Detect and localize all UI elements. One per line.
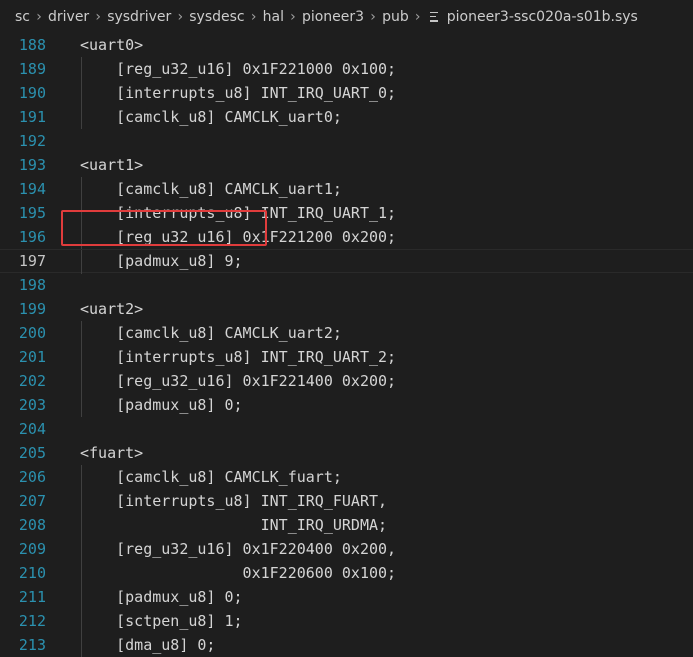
code-line[interactable]: 205 <fuart> (0, 441, 693, 465)
line-number: 200 (18, 324, 46, 342)
line-number: 199 (18, 300, 46, 318)
line-number: 194 (18, 180, 46, 198)
code-text: [camclk_u8] CAMCLK_uart2; (80, 324, 342, 342)
code-text: [reg_u32_u16] 0x1F220400 0x200, (80, 540, 397, 558)
code-text: [camclk_u8] CAMCLK_uart0; (80, 108, 342, 126)
chevron-right-icon: › (414, 8, 421, 25)
line-number: 192 (18, 132, 46, 150)
breadcrumb: sc › driver › sysdriver › sysdesc › hal … (0, 0, 693, 33)
code-line[interactable]: 188 <uart0> (0, 33, 693, 57)
code-text: INT_IRQ_URDMA; (80, 516, 388, 534)
code-text: [interrupts_u8] INT_IRQ_UART_2; (80, 348, 397, 366)
code-line[interactable]: 206 [camclk_u8] CAMCLK_fuart; (0, 465, 693, 489)
code-line[interactable]: 202 [reg_u32_u16] 0x1F221400 0x200; (0, 369, 693, 393)
file-lines-icon (429, 11, 438, 22)
chevron-right-icon: › (177, 8, 184, 25)
line-number: 196 (18, 228, 46, 246)
annotation-highlight-box (61, 210, 267, 246)
breadcrumb-file[interactable]: pioneer3-ssc020a-s01b.sys (446, 9, 639, 25)
line-number: 203 (18, 396, 46, 414)
code-text: <uart2> (80, 300, 144, 318)
line-number: 211 (18, 588, 46, 606)
line-number: 188 (18, 36, 46, 54)
code-line[interactable]: 189 [reg_u32_u16] 0x1F221000 0x100; (0, 57, 693, 81)
line-number: 208 (18, 516, 46, 534)
code-text: <fuart> (80, 444, 144, 462)
line-number: 210 (18, 564, 46, 582)
code-text: 0x1F220600 0x100; (80, 564, 397, 582)
code-line[interactable]: 200 [camclk_u8] CAMCLK_uart2; (0, 321, 693, 345)
code-line[interactable]: 201 [interrupts_u8] INT_IRQ_UART_2; (0, 345, 693, 369)
code-text: [reg_u32_u16] 0x1F221400 0x200; (80, 372, 397, 390)
code-text: [padmux_u8] 0; (80, 588, 243, 606)
line-number: 193 (18, 156, 46, 174)
code-text: [reg_u32_u16] 0x1F221000 0x100; (80, 60, 397, 78)
line-number: 198 (18, 276, 46, 294)
code-line[interactable]: 193 <uart1> (0, 153, 693, 177)
code-text: [padmux_u8] 9; (80, 252, 243, 270)
code-text: [sctpen_u8] 1; (80, 612, 243, 630)
code-line[interactable]: 211 [padmux_u8] 0; (0, 585, 693, 609)
code-line[interactable]: 194 [camclk_u8] CAMCLK_uart1; (0, 177, 693, 201)
breadcrumb-item-pub[interactable]: pub (381, 9, 410, 25)
code-line[interactable]: 208 INT_IRQ_URDMA; (0, 513, 693, 537)
breadcrumb-item-hal[interactable]: hal (262, 9, 285, 25)
code-line[interactable]: 199 <uart2> (0, 297, 693, 321)
code-line[interactable]: 204 (0, 417, 693, 441)
chevron-right-icon: › (36, 8, 42, 25)
chevron-right-icon: › (290, 8, 296, 25)
line-number: 209 (18, 540, 46, 558)
line-number: 204 (18, 420, 46, 438)
code-line[interactable]: 207 [interrupts_u8] INT_IRQ_FUART, (0, 489, 693, 513)
breadcrumb-item-sysdesc[interactable]: sysdesc (188, 9, 245, 25)
code-editor[interactable]: 188 <uart0> 189 [reg_u32_u16] 0x1F221000 0… (0, 33, 693, 657)
code-line[interactable]: 190 [interrupts_u8] INT_IRQ_UART_0; (0, 81, 693, 105)
line-number: 197 (18, 252, 46, 270)
code-line[interactable]: 210 0x1F220600 0x100; (0, 561, 693, 585)
code-text: [camclk_u8] CAMCLK_uart1; (80, 180, 342, 198)
code-text: [camclk_u8] CAMCLK_fuart; (80, 468, 342, 486)
breadcrumb-item-sysdriver[interactable]: sysdriver (106, 9, 172, 25)
line-number: 207 (18, 492, 46, 510)
code-text: [padmux_u8] 0; (80, 396, 243, 414)
code-line[interactable]: 213 [dma_u8] 0; (0, 633, 693, 657)
chevron-right-icon: › (370, 8, 376, 25)
line-number: 202 (18, 372, 46, 390)
line-number: 195 (18, 204, 46, 222)
code-line[interactable]: 197 [padmux_u8] 9; (0, 249, 693, 274)
code-text: [dma_u8] 0; (80, 636, 216, 654)
breadcrumb-item-driver[interactable]: driver (47, 9, 90, 25)
code-text: [interrupts_u8] INT_IRQ_UART_0; (80, 84, 397, 102)
chevron-right-icon: › (95, 8, 101, 25)
code-line[interactable]: 209 [reg_u32_u16] 0x1F220400 0x200, (0, 537, 693, 561)
code-line[interactable]: 191 [camclk_u8] CAMCLK_uart0; (0, 105, 693, 129)
line-number: 212 (18, 612, 46, 630)
line-number: 189 (18, 60, 46, 78)
code-line[interactable]: 203 [padmux_u8] 0; (0, 393, 693, 417)
code-text: <uart1> (80, 156, 144, 174)
chevron-right-icon: › (250, 8, 257, 25)
code-line[interactable]: 198 (0, 273, 693, 297)
breadcrumb-item-pioneer3[interactable]: pioneer3 (301, 9, 365, 25)
line-number: 190 (18, 84, 46, 102)
line-number: 213 (18, 636, 46, 654)
line-number: 201 (18, 348, 46, 366)
code-line[interactable]: 192 (0, 129, 693, 153)
line-number: 191 (18, 108, 46, 126)
code-line[interactable]: 212 [sctpen_u8] 1; (0, 609, 693, 633)
line-number: 205 (18, 444, 46, 462)
code-text: <uart0> (80, 36, 144, 54)
code-text: [interrupts_u8] INT_IRQ_FUART, (80, 492, 388, 510)
breadcrumb-item-sc[interactable]: sc (14, 9, 31, 25)
line-number: 206 (18, 468, 46, 486)
